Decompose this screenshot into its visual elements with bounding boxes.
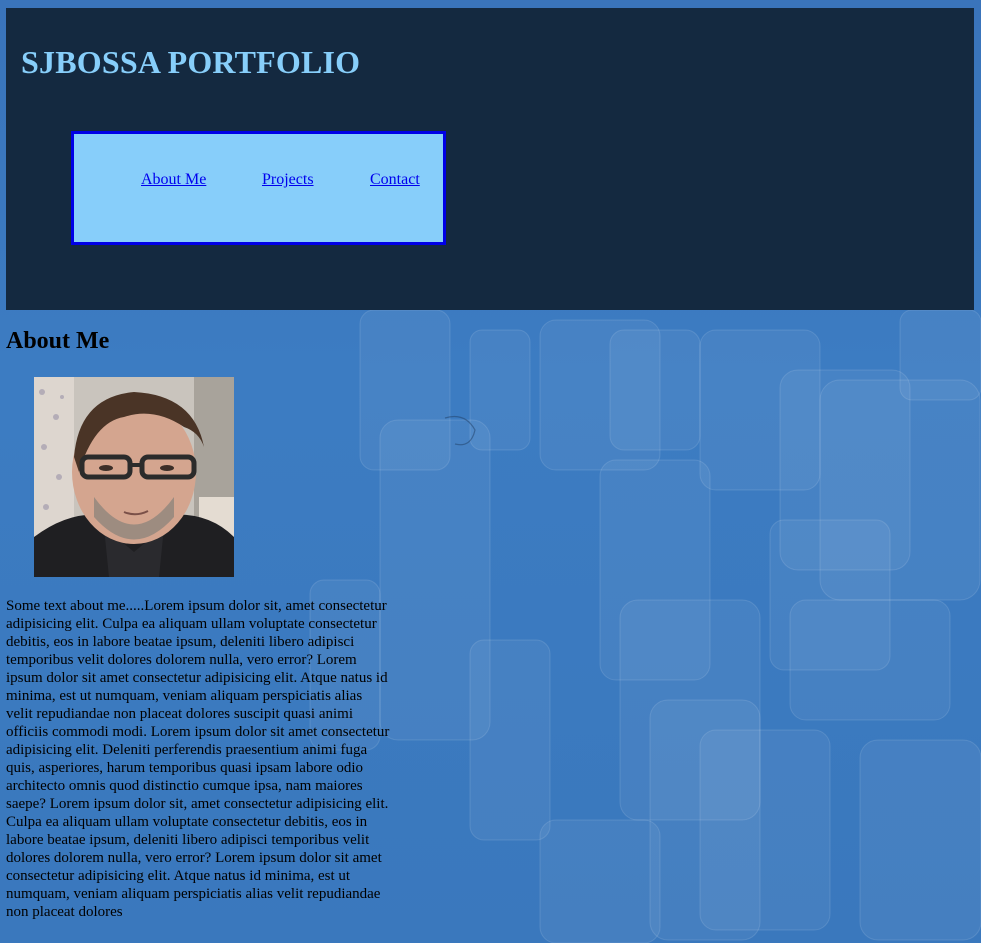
site-header: SJBOSSA PORTFOLIO About Me Projects Cont… — [6, 8, 974, 310]
site-title: SJBOSSA PORTFOLIO — [21, 44, 361, 80]
nav-link-projects[interactable]: Projects — [262, 171, 314, 189]
about-heading: About Me — [6, 328, 110, 354]
about-text: Some text about me.....Lorem ipsum dolor… — [6, 598, 390, 920]
nav-link-contact[interactable]: Contact — [370, 171, 420, 189]
profile-photo — [34, 377, 234, 577]
nav-link-about-me[interactable]: About Me — [141, 171, 206, 189]
main-nav: About Me Projects Contact — [71, 131, 446, 245]
